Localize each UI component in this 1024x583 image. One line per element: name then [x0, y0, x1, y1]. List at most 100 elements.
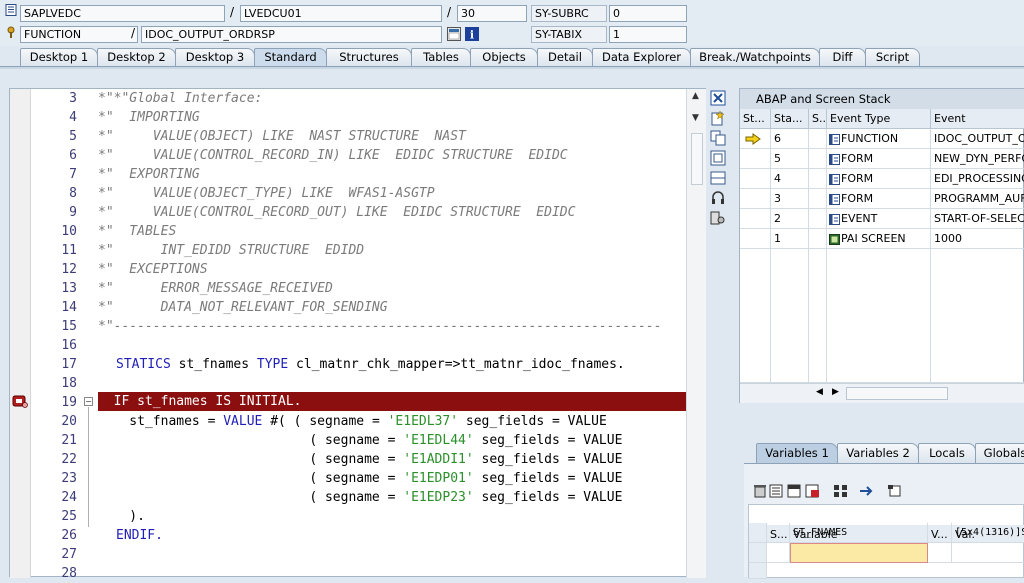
tab-breakpoints[interactable]: Break./Watchpoints — [690, 48, 820, 67]
stack-event-type[interactable]: FORM — [827, 169, 931, 189]
transfer-icon[interactable] — [858, 484, 874, 498]
settings-icon[interactable] — [710, 210, 726, 226]
debugger-header: SAPLVEDC / LVEDCU01 / 30 SY-SUBRC 0 FUNC… — [0, 0, 1024, 46]
stack-event-type[interactable]: FUNCTION — [827, 129, 931, 149]
clear-icon[interactable] — [769, 484, 785, 498]
tab-globals[interactable]: Globals — [975, 443, 1024, 463]
tab-diff[interactable]: Diff — [819, 48, 866, 67]
column-header[interactable]: St... — [740, 109, 771, 129]
event-icon — [829, 214, 840, 225]
screen-icon — [829, 234, 840, 245]
editor-vertical-scrollbar[interactable]: ▲ ▼ — [686, 89, 706, 578]
tab-detail[interactable]: Detail — [537, 48, 593, 67]
stack-level[interactable]: 2 — [771, 209, 809, 229]
variables-panel: S... Variable V... Val. ST_FNAMES [5x4(1… — [744, 463, 1024, 579]
abap-screen-stack-panel: ABAP and Screen Stack St... Sta... S... … — [739, 88, 1024, 403]
line-number: 22 — [61, 452, 77, 467]
event-name-field[interactable]: IDOC_OUTPUT_ORDRSP — [141, 26, 442, 43]
fold-toggle[interactable]: − — [84, 397, 93, 406]
stack-event-type[interactable]: EVENT — [827, 209, 931, 229]
code-keyword: VALUE — [223, 414, 263, 429]
variable-name[interactable]: ST_FNAMES — [790, 523, 928, 543]
stack-event[interactable]: 1000 — [931, 229, 1024, 249]
scroll-up-icon[interactable]: ▲ — [692, 91, 699, 101]
code-line: *" EXPORTING — [98, 167, 200, 182]
event-type-field[interactable]: FUNCTION — [20, 26, 138, 43]
column-header[interactable]: Sta... — [771, 109, 809, 129]
code-text: ( segname = — [98, 471, 404, 486]
scroll-down-icon[interactable]: ▼ — [692, 113, 699, 123]
info-icon[interactable]: i — [465, 27, 479, 41]
select-icon[interactable] — [887, 484, 903, 498]
row-selector[interactable] — [749, 543, 767, 563]
line-number: 26 — [61, 528, 77, 543]
scroll-right-icon[interactable]: ▶ — [832, 387, 839, 397]
empty-cell — [740, 249, 771, 383]
stack-event[interactable]: EDI_PROCESSING — [931, 169, 1024, 189]
stack-level[interactable]: 3 — [771, 189, 809, 209]
hierarchy-icon[interactable] — [833, 484, 849, 498]
new-variable-input[interactable] — [790, 543, 928, 563]
tab-desktop-3[interactable]: Desktop 3 — [175, 48, 255, 67]
tab-objects[interactable]: Objects — [470, 48, 538, 67]
tab-standard[interactable]: Standard — [254, 48, 327, 67]
code-text: seg_fields = VALUE — [473, 490, 623, 505]
stack-event-type[interactable]: FORM — [827, 189, 931, 209]
variable-value[interactable] — [952, 543, 1024, 563]
stack-level[interactable]: 5 — [771, 149, 809, 169]
new-session-icon[interactable] — [710, 110, 726, 126]
column-header[interactable]: Event — [931, 109, 1024, 129]
display-object-icon[interactable] — [447, 27, 461, 41]
row-selector[interactable] — [749, 523, 767, 543]
line-field[interactable]: 30 — [457, 5, 527, 22]
stack-event[interactable]: START-OF-SELECTION — [931, 209, 1024, 229]
scroll-thumb[interactable] — [691, 133, 703, 185]
stack-event[interactable]: NEW_DYN_PERFORM — [931, 149, 1024, 169]
stack-level[interactable]: 1 — [771, 229, 809, 249]
tab-structures[interactable]: Structures — [326, 48, 412, 67]
delete-icon[interactable] — [752, 484, 768, 498]
program-field[interactable]: SAPLVEDC — [20, 5, 225, 22]
stack-event-type[interactable]: PAI SCREEN — [827, 229, 931, 249]
stack-icon-cell — [809, 129, 827, 149]
column-header[interactable]: Event Type — [827, 109, 931, 129]
stack-event-type[interactable]: FORM — [827, 149, 931, 169]
breakpoint-icon[interactable] — [12, 394, 28, 408]
stack-event[interactable]: PROGRAMM_AUFRUFEN — [931, 189, 1024, 209]
maximize-icon[interactable] — [710, 150, 726, 166]
current-position-arrow-icon — [745, 133, 761, 145]
tab-data-explorer[interactable]: Data Explorer — [592, 48, 691, 67]
breakpoint-gutter[interactable] — [10, 89, 31, 578]
save-layout-icon[interactable] — [787, 484, 803, 498]
tab-locals[interactable]: Locals — [918, 443, 976, 463]
scroll-thumb[interactable] — [846, 387, 948, 400]
variable-value[interactable]: [5x4(1316)]Standard Table — [952, 523, 1024, 543]
export-icon[interactable] — [805, 484, 821, 498]
stack-event[interactable]: IDOC_OUTPUT_ORDRSP — [931, 129, 1024, 149]
column-header[interactable]: S... — [809, 109, 827, 129]
tab-desktop-1[interactable]: Desktop 1 — [20, 48, 98, 67]
code-string: 'E1EDL44' — [403, 433, 474, 448]
tab-desktop-2[interactable]: Desktop 2 — [97, 48, 176, 67]
tab-tables[interactable]: Tables — [411, 48, 471, 67]
line-number: 6 — [69, 148, 77, 163]
tab-script[interactable]: Script — [865, 48, 920, 67]
separator: / — [447, 5, 452, 19]
headset-icon[interactable] — [710, 190, 726, 206]
stack-level[interactable]: 6 — [771, 129, 809, 149]
variables-tabs: Variables 1 Variables 2 Locals Globals — [744, 440, 1024, 464]
line-number: 10 — [61, 224, 77, 239]
source-code-editor[interactable]: 3 4 5 6 7 8 9 10 11 12 13 14 15 16 17 18… — [9, 88, 706, 581]
stack-level[interactable]: 4 — [771, 169, 809, 189]
code-line: *" TABLES — [98, 224, 177, 239]
copy-icon[interactable] — [710, 130, 726, 146]
include-field[interactable]: LVEDCU01 — [240, 5, 442, 22]
close-icon[interactable] — [710, 90, 726, 106]
tab-variables-2[interactable]: Variables 2 — [837, 443, 919, 463]
stack-horizontal-scrollbar[interactable]: ◀ ▶ — [740, 383, 1024, 403]
split-icon[interactable] — [710, 170, 726, 186]
scroll-left-icon[interactable]: ◀ — [816, 387, 823, 397]
code-text: cl_matnr_chk_mapper=>tt_matnr_idoc_fname… — [288, 357, 625, 372]
line-number: 12 — [61, 262, 77, 277]
tab-variables-1[interactable]: Variables 1 — [756, 443, 838, 463]
